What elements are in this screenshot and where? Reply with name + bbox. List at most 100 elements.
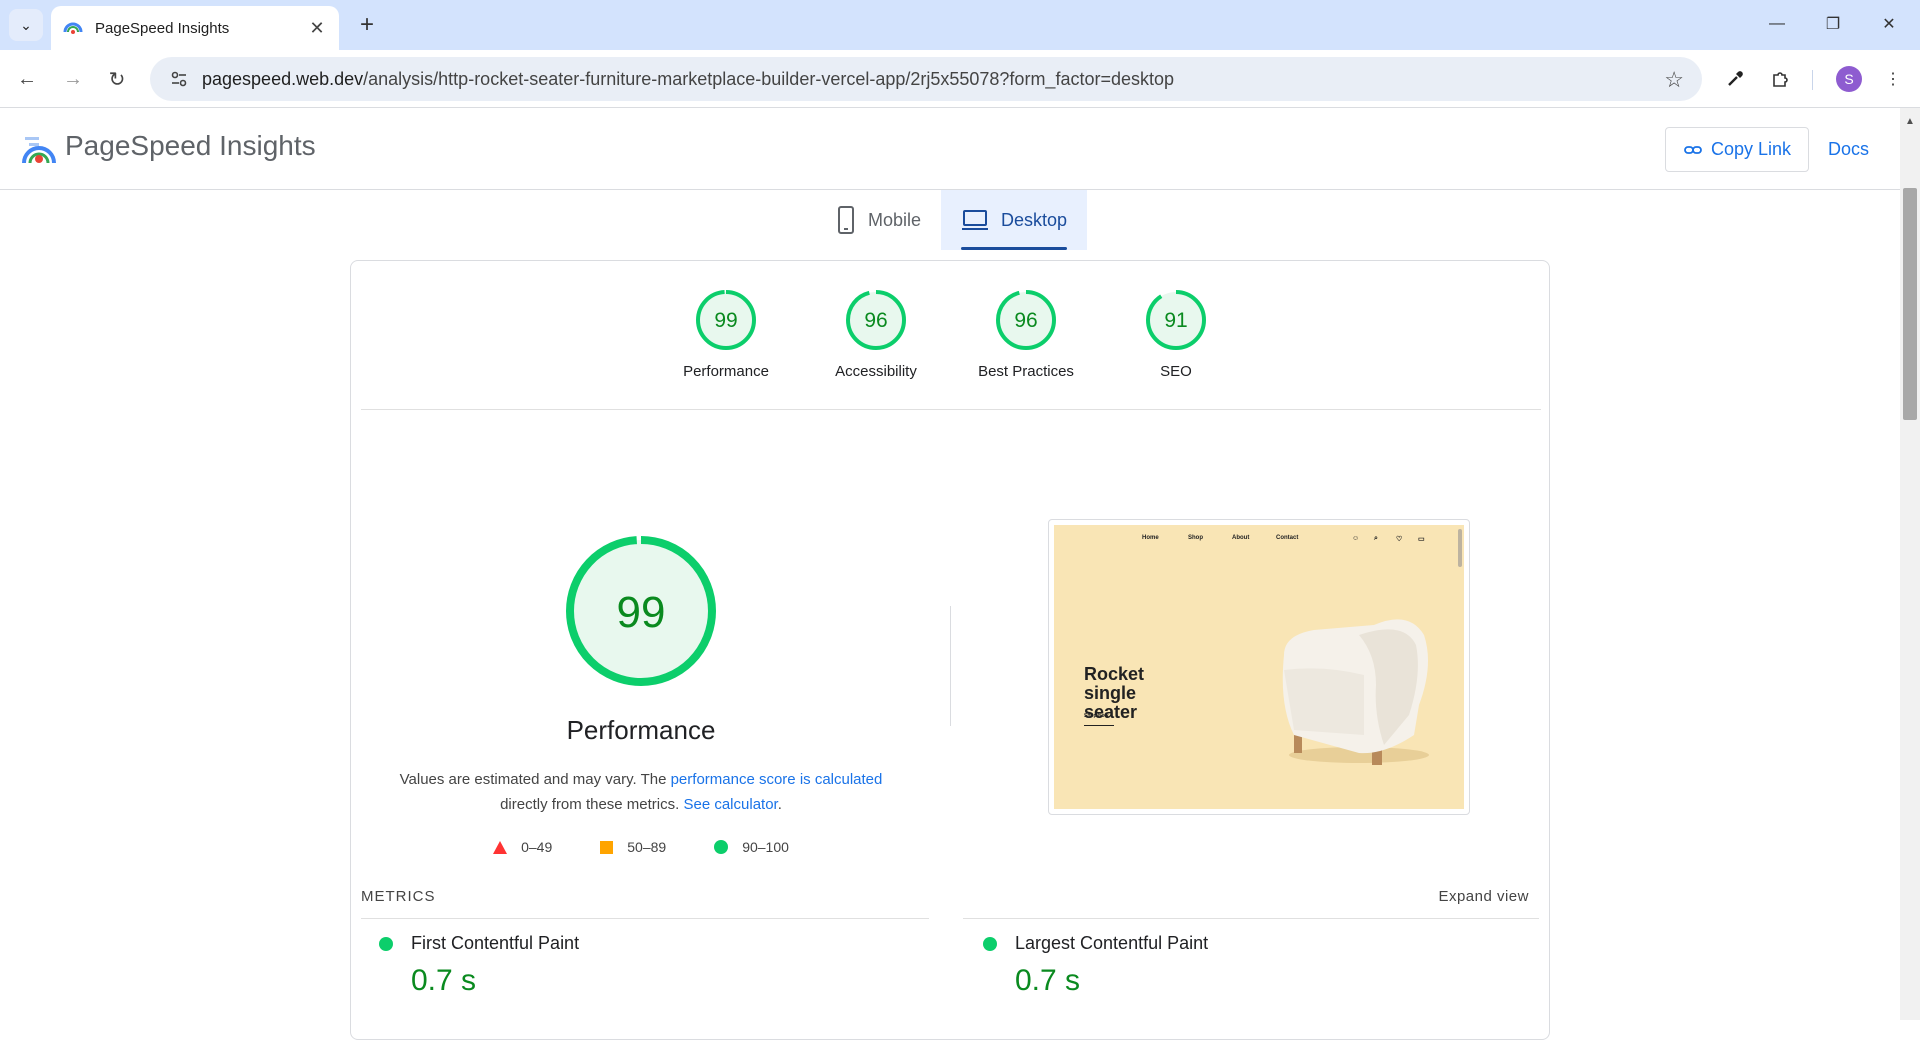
pass-dot-icon <box>983 936 997 951</box>
eyedropper-extension-icon[interactable] <box>1718 62 1752 96</box>
screenshot-scrollbar <box>1458 529 1462 567</box>
performance-gauge: 99 <box>566 536 716 686</box>
screenshot-image: Home Shop About Contact ☺ ⌕ ♡ ▭ Rocket s… <box>1054 525 1464 809</box>
performance-description: Values are estimated and may vary. The p… <box>351 767 931 817</box>
pass-dot-icon <box>379 936 393 951</box>
page-scrollbar[interactable]: ▲ <box>1900 108 1920 1020</box>
browser-tab[interactable]: PageSpeed Insights ✕ <box>51 6 339 50</box>
legend-average: 50–89 <box>600 839 666 855</box>
gauge-ring: 91 <box>1146 290 1206 350</box>
gauge-score: 99 <box>714 309 737 332</box>
browser-toolbar: ← → ↻ pagespeed.web.dev/analysis/http-ro… <box>0 50 1920 108</box>
heart-icon: ♡ <box>1396 536 1403 543</box>
extensions-puzzle-icon[interactable] <box>1764 62 1798 96</box>
scroll-up-icon[interactable]: ▲ <box>1905 116 1915 127</box>
copy-link-label: Copy Link <box>1710 139 1792 159</box>
gauge-ring: 96 <box>846 290 906 350</box>
screenshot-nav-item: Shop <box>1188 535 1203 541</box>
gauge-accessibility[interactable]: 96 Accessibility <box>811 289 941 380</box>
desc-text: Values are estimated and may vary. The <box>399 771 671 788</box>
laptop-icon <box>962 210 989 230</box>
metric-divider <box>361 918 929 919</box>
toolbar-separator <box>1812 70 1813 90</box>
new-tab-button[interactable]: + <box>352 10 382 40</box>
circle-icon <box>714 840 729 854</box>
search-icon: ⌕ <box>1374 535 1378 542</box>
link-icon <box>1684 145 1702 154</box>
screenshot-nav-item: Home <box>1142 535 1159 541</box>
section-divider <box>361 409 1541 410</box>
armchair-image <box>1282 619 1429 765</box>
gauge-performance[interactable]: 99 Performance <box>661 289 791 380</box>
gauge-best-practices[interactable]: 96 Best Practices <box>961 289 1091 380</box>
screenshot-cta: Shop Now <box>1084 713 1109 719</box>
close-window-button[interactable]: ✕ <box>1869 8 1909 40</box>
score-calculated-link[interactable]: performance score is calculated <box>671 771 883 788</box>
screenshot-cta-underline <box>1084 725 1114 726</box>
reload-icon[interactable]: ↻ <box>100 62 134 96</box>
legend-fail: 0–49 <box>493 839 552 855</box>
report-card: 99 Performance 96 Accessibility 96 Best … <box>350 260 1550 1040</box>
metrics-heading: METRICS <box>361 888 436 905</box>
performance-title: Performance <box>566 715 716 745</box>
user-icon: ☺ <box>1352 535 1360 542</box>
performance-score: 99 <box>617 588 666 637</box>
gauge-score: 91 <box>1164 309 1187 332</box>
copy-link-button[interactable]: Copy Link <box>1665 127 1809 172</box>
docs-link[interactable]: Docs <box>1828 139 1869 160</box>
tab-search-button[interactable]: ⌄ <box>9 9 43 41</box>
metric-name: Largest Contentful Paint <box>1015 933 1209 953</box>
gauge-label: SEO <box>1160 363 1192 380</box>
scrollbar-thumb[interactable] <box>1903 188 1917 420</box>
tab-mobile[interactable]: Mobile <box>816 190 941 250</box>
active-tab-indicator <box>961 247 1068 250</box>
app-header: PageSpeed Insights Copy Link Docs <box>0 108 1900 190</box>
profile-avatar[interactable]: S <box>1836 66 1862 92</box>
gauge-score: 96 <box>1014 309 1037 332</box>
metric-divider <box>963 918 1539 919</box>
metric-lcp: Largest Contentful Paint 0.7 s <box>983 933 1208 998</box>
pagespeed-logo-icon <box>22 137 56 164</box>
minimize-button[interactable]: — <box>1757 8 1797 40</box>
gauge-label: Accessibility <box>835 363 917 380</box>
final-screenshot[interactable]: Home Shop About Contact ☺ ⌕ ♡ ▭ Rocket s… <box>1048 519 1470 815</box>
back-icon[interactable]: ← <box>10 62 44 96</box>
gauge-seo[interactable]: 91 SEO <box>1111 289 1241 380</box>
metric-value: 0.7 s <box>1015 964 1081 997</box>
expand-view-button[interactable]: Expand view <box>1438 888 1529 905</box>
gauge-label: Best Practices <box>978 363 1074 380</box>
pagespeed-favicon-icon <box>63 22 83 34</box>
tab-close-icon[interactable]: ✕ <box>307 18 327 39</box>
restore-button[interactable]: ❐ <box>1813 8 1853 40</box>
tab-desktop-label: Desktop <box>1001 209 1068 230</box>
cart-icon: ▭ <box>1418 536 1425 543</box>
site-info-icon[interactable] <box>164 64 194 94</box>
gauge-ring: 96 <box>996 290 1056 350</box>
score-gauges: 99 Performance 96 Accessibility 96 Best … <box>351 261 1551 409</box>
tab-title: PageSpeed Insights <box>95 19 230 37</box>
gauge-score: 96 <box>864 309 887 332</box>
triangle-icon <box>493 840 508 854</box>
tab-desktop[interactable]: Desktop <box>941 190 1088 250</box>
desc-text: . <box>777 796 782 813</box>
tab-mobile-label: Mobile <box>868 209 922 230</box>
score-legend: 0–49 50–89 90–100 <box>351 839 931 855</box>
more-menu-icon[interactable]: ⋮ <box>1876 62 1910 96</box>
see-calculator-link[interactable]: See calculator <box>683 796 777 813</box>
screenshot-nav-item: Contact <box>1276 535 1299 541</box>
gauge-ring: 99 <box>696 290 756 350</box>
metric-fcp: First Contentful Paint 0.7 s <box>379 933 579 998</box>
app-brand[interactable]: PageSpeed Insights <box>65 130 316 162</box>
url-text: pagespeed.web.dev/analysis/http-rocket-s… <box>202 68 1175 89</box>
forward-icon[interactable]: → <box>56 62 90 96</box>
metric-value: 0.7 s <box>411 964 477 997</box>
screenshot-nav-item: About <box>1232 535 1250 541</box>
desc-text: directly from these metrics. <box>500 796 684 813</box>
address-bar[interactable]: pagespeed.web.dev/analysis/http-rocket-s… <box>150 57 1702 101</box>
legend-pass: 90–100 <box>714 839 789 855</box>
gauge-label: Performance <box>683 363 769 380</box>
device-tabs: Mobile Desktop <box>816 190 1088 250</box>
vertical-divider <box>950 606 951 726</box>
bookmark-star-icon[interactable]: ☆ <box>1664 67 1684 93</box>
square-icon <box>600 840 614 854</box>
